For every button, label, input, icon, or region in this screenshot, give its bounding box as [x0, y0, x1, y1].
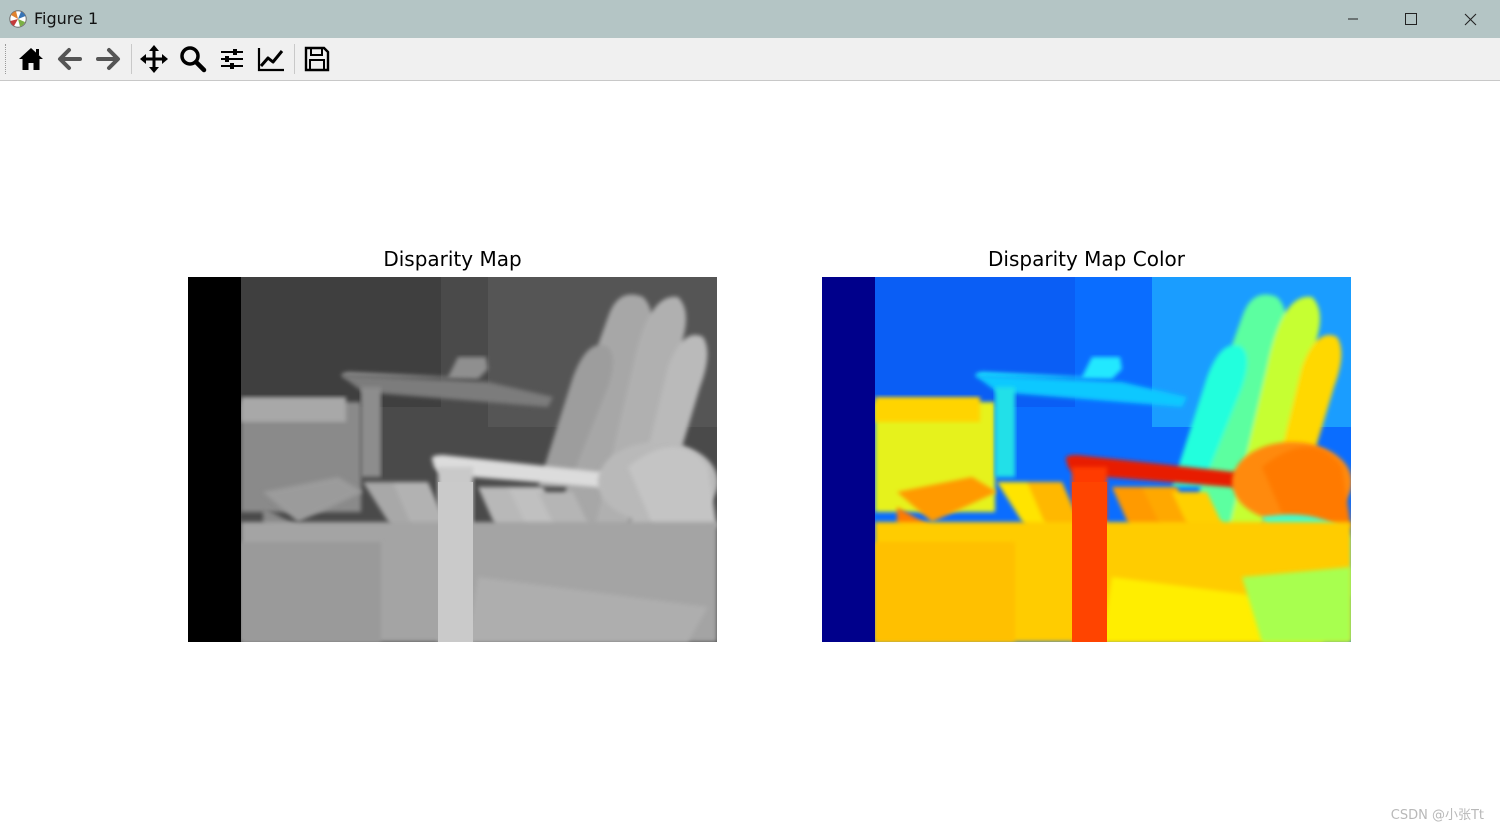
- matplotlib-logo-icon: [9, 10, 27, 28]
- toolbar-grip[interactable]: [5, 44, 8, 74]
- zoom-magnifier-icon: [180, 46, 207, 73]
- figure-canvas[interactable]: Disparity Map Disparity Map Color CSDN @…: [0, 81, 1500, 831]
- pan-move-icon: [140, 45, 168, 73]
- zoom-button[interactable]: [177, 44, 209, 74]
- figure-window: Figure 1 Disparity Map Disparity Map Col…: [0, 0, 1500, 831]
- configure-subplots-icon: [221, 49, 243, 69]
- minimize-button[interactable]: [1324, 0, 1382, 38]
- home-icon: [19, 48, 43, 70]
- home-button[interactable]: [15, 44, 47, 74]
- forward-button[interactable]: [92, 44, 124, 74]
- back-button[interactable]: [54, 44, 86, 74]
- save-floppy-icon: [304, 46, 330, 72]
- right-axes-title: Disparity Map Color: [988, 247, 1185, 271]
- maximize-button[interactable]: [1382, 0, 1440, 38]
- watermark: CSDN @小张Tt: [1390, 808, 1484, 823]
- title-bar[interactable]: Figure 1: [0, 0, 1500, 38]
- edit-axis-button[interactable]: [255, 44, 287, 74]
- edit-axis-curve-icon: [257, 48, 284, 72]
- save-button[interactable]: [301, 44, 333, 74]
- window-title: Figure 1: [34, 9, 99, 28]
- disparity-map-color-image[interactable]: [822, 277, 1351, 642]
- close-button[interactable]: [1441, 0, 1499, 38]
- back-arrow-icon: [58, 48, 82, 70]
- navigation-toolbar: [0, 38, 1500, 81]
- toolbar-separator: [131, 44, 132, 74]
- minimize-icon: [1348, 18, 1358, 20]
- configure-subplots-button[interactable]: [216, 44, 248, 74]
- maximize-icon: [1405, 13, 1417, 25]
- left-axes-title: Disparity Map: [383, 247, 522, 271]
- pan-button[interactable]: [138, 44, 170, 74]
- close-icon: [1464, 13, 1476, 25]
- forward-arrow-icon: [96, 48, 120, 70]
- toolbar-separator: [294, 44, 295, 74]
- disparity-map-grayscale-image[interactable]: [188, 277, 717, 642]
